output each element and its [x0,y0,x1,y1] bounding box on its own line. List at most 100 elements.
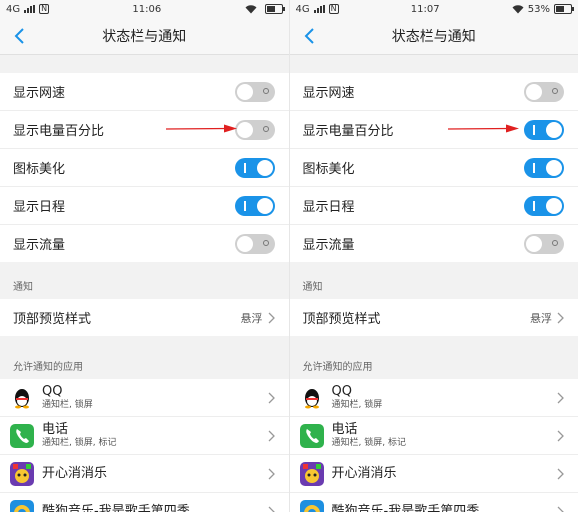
preview-style-row[interactable]: 顶部预览样式 悬浮 [290,299,578,336]
network-speed-toggle[interactable] [234,81,275,102]
toggle-label: 显示电量百分比 [13,124,105,139]
app-name: 电话 [42,422,69,437]
app-row-kugou[interactable]: 酷狗音乐-我是歌手第四季 [0,493,289,512]
signal-icon [313,5,325,13]
toggle-row-network-speed[interactable]: 显示网速 [289,73,578,111]
notification-badge-icon: N [328,4,339,14]
game-icon [299,461,324,486]
game-icon [10,461,34,486]
chevron-right-icon [268,312,275,323]
qq-icon [299,385,324,410]
toggle-row-data-usage[interactable]: 显示流量 [0,225,289,262]
status-bar: 4G N 11:06 [0,0,289,18]
clock: 11:06 [132,3,162,15]
status-bar: 4G N 11:07 53% [289,0,578,18]
chevron-right-icon [268,430,275,441]
toggle-row-icon-beautify[interactable]: 图标美化 [0,149,289,187]
back-arrow-icon[interactable] [10,26,30,46]
battery-icon [553,4,574,14]
data-usage-toggle[interactable] [524,233,564,254]
app-row-qq[interactable]: QQ 通知栏, 锁屏 [289,379,578,417]
toggle-row-schedule[interactable]: 显示日程 [0,187,289,225]
nav-bar: 状态栏与通知 [0,18,289,55]
chevron-right-icon [268,392,275,403]
toggle-label: 显示日程 [13,200,66,215]
app-list: QQ 通知栏, 锁屏 电话 通知栏, 锁屏, 标记 开心消消乐 酷狗音乐-我是歌… [289,379,578,512]
app-name: 开心消消乐 [42,465,108,481]
chevron-right-icon [557,430,564,441]
battery-percent: 53% [527,3,550,15]
app-subtitle: 通知栏, 锁屏, 标记 [42,438,117,448]
toggle-row-icon-beautify[interactable]: 图标美化 [289,149,578,187]
preview-style-row[interactable]: 顶部预览样式 悬浮 [0,299,289,336]
phone-icon [10,423,34,448]
section-header-notify: 通知 [302,282,323,293]
network-type: 4G [295,3,310,15]
app-row-game[interactable]: 开心消消乐 [0,455,289,493]
app-name: 电话 [331,422,358,437]
red-arrow-annotation [447,124,519,133]
section-header-apps: 允许通知的应用 [13,362,83,373]
kugou-icon [10,499,34,512]
preview-style-label: 顶部预览样式 [13,312,92,327]
app-name: 开心消消乐 [331,465,397,481]
clock: 11:07 [410,3,440,15]
wifi-icon [512,4,524,13]
schedule-toggle[interactable] [234,195,275,216]
qq-icon [10,385,34,410]
toggle-label: 图标美化 [302,162,355,177]
toggle-row-battery-percent[interactable]: 显示电量百分比 [289,111,578,149]
settings-screen-before: 4G N 11:06 状态栏与通知 显示网速 显示电量百分比 图标美化 显示日程… [0,0,289,512]
chevron-right-icon [557,506,564,512]
app-name: 酷狗音乐-我是歌手第四季 [42,503,190,512]
section-header-apps: 允许通知的应用 [302,362,373,373]
app-list: QQ 通知栏, 锁屏 电话 通知栏, 锁屏, 标记 开心消消乐 酷狗音乐-我是歌… [0,379,289,512]
app-row-phone[interactable]: 电话 通知栏, 锁屏, 标记 [0,417,289,455]
network-speed-toggle[interactable] [524,81,564,102]
chevron-right-icon [268,506,275,512]
comparison-screenshot: 4G N 11:06 状态栏与通知 显示网速 显示电量百分比 图标美化 显示日程… [0,0,578,512]
toggle-row-data-usage[interactable]: 显示流量 [290,225,578,262]
chevron-right-icon [557,312,564,323]
chevron-right-icon [557,392,564,403]
toggle-label: 显示流量 [302,238,355,253]
icon-beautify-toggle[interactable] [524,157,564,178]
network-type: 4G [6,3,21,15]
toggle-label: 图标美化 [13,162,66,177]
app-row-kugou[interactable]: 酷狗音乐-我是歌手第四季 [289,493,578,512]
toggle-row-schedule[interactable]: 显示日程 [289,187,578,225]
app-row-game[interactable]: 开心消消乐 [289,455,578,493]
preview-style-label: 顶部预览样式 [302,312,381,327]
app-subtitle: 通知栏, 锁屏 [42,400,93,410]
toggle-label: 显示网速 [302,86,355,101]
section-header-notify: 通知 [13,282,33,293]
app-name: 酷狗音乐-我是歌手第四季 [331,503,480,512]
wifi-icon [245,4,256,13]
icon-beautify-toggle[interactable] [234,157,275,178]
chevron-right-icon [268,468,275,479]
toggle-row-battery-percent[interactable]: 显示电量百分比 [0,111,289,149]
battery-icon [264,4,285,14]
toggle-group: 显示网速 显示电量百分比 图标美化 显示日程 显示流量 [289,73,578,262]
preview-style-value: 悬浮 [240,311,263,325]
kugou-icon [299,499,324,512]
back-arrow-icon[interactable] [300,26,320,46]
page-title: 状态栏与通知 [391,29,476,45]
data-usage-toggle[interactable] [234,233,275,254]
nav-bar: 状态栏与通知 [289,18,578,55]
toggle-label: 显示日程 [302,200,355,215]
app-row-phone[interactable]: 电话 通知栏, 锁屏, 标记 [289,417,578,455]
battery-percent-toggle[interactable] [234,119,275,140]
app-row-qq[interactable]: QQ 通知栏, 锁屏 [0,379,289,417]
toggle-label: 显示电量百分比 [302,124,394,139]
app-name: QQ [42,384,63,399]
toggle-group: 显示网速 显示电量百分比 图标美化 显示日程 显示流量 [0,73,289,262]
toggle-label: 显示流量 [13,238,66,253]
settings-screen-after: 4G N 11:07 53% 状态栏与通知 显示网速 显示电量百分比 图标美化 … [288,0,578,512]
red-arrow-annotation [166,124,237,133]
toggle-row-network-speed[interactable]: 显示网速 [0,73,289,111]
app-name: QQ [331,384,352,399]
signal-icon [24,5,36,13]
schedule-toggle[interactable] [524,195,564,216]
battery-percent-toggle[interactable] [524,119,564,140]
